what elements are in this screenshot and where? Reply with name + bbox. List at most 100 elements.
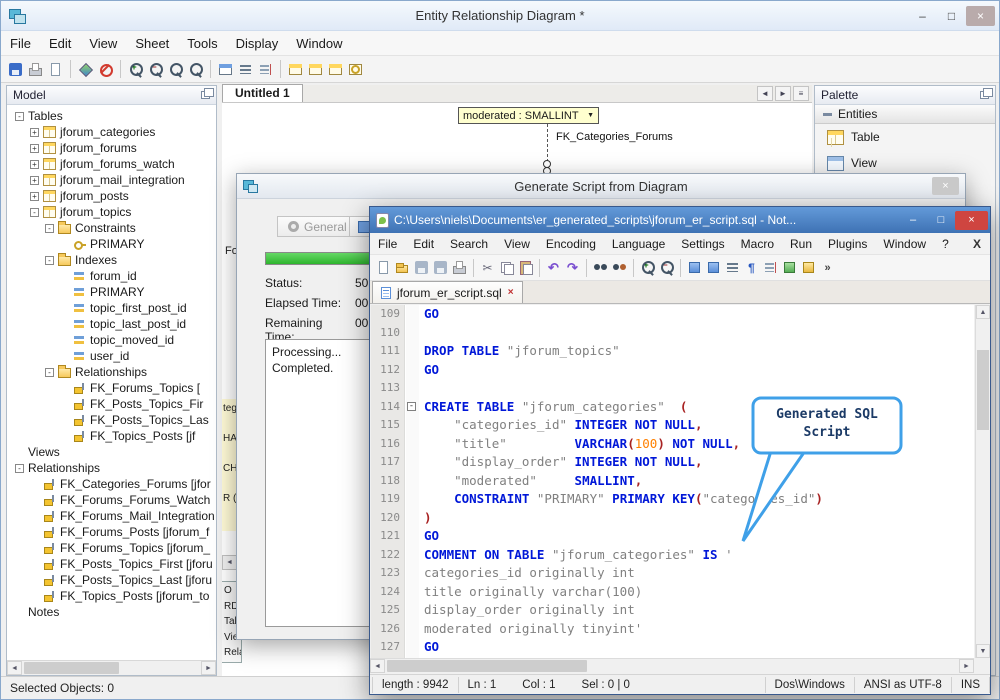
model-hscrollbar[interactable]: ◄ ► xyxy=(7,660,216,675)
tree-expander-icon[interactable]: - xyxy=(15,464,24,473)
entity-view2-icon[interactable] xyxy=(307,61,324,78)
tree-item[interactable]: FK_Forums_Posts [jforum_f xyxy=(7,524,216,540)
collapse-icon[interactable] xyxy=(823,113,832,116)
paste-icon[interactable] xyxy=(517,259,534,276)
tree-item[interactable]: +jforum_forums_watch xyxy=(7,156,216,172)
tab-scroll-right-icon[interactable]: ► xyxy=(775,86,791,101)
tree-expander-icon[interactable]: + xyxy=(30,160,39,169)
tab-untitled-1[interactable]: Untitled 1 xyxy=(222,84,303,102)
tree-item[interactable]: -Relationships xyxy=(7,460,216,476)
sync-scroll-v-icon[interactable] xyxy=(686,259,703,276)
filter-icon[interactable]: ▼ xyxy=(587,112,594,119)
shape-tool-icon[interactable] xyxy=(77,61,94,78)
tree-item[interactable]: FK_Forums_Forums_Watch xyxy=(7,492,216,508)
palette-section-entities[interactable]: Entities xyxy=(815,105,995,124)
tree-item[interactable]: FK_Posts_Topics_First [jforu xyxy=(7,556,216,572)
tree-item[interactable]: topic_moved_id xyxy=(7,332,216,348)
entity-keys-icon[interactable] xyxy=(347,61,364,78)
tree-item[interactable]: FK_Posts_Topics_Last [jforu xyxy=(7,572,216,588)
toolbar-overflow-icon[interactable]: » xyxy=(819,259,836,276)
tree-item[interactable]: FK_Posts_Topics_Fir xyxy=(7,396,216,412)
zoom-fit-icon[interactable] xyxy=(187,61,204,78)
list-view-icon[interactable] xyxy=(237,61,254,78)
tab-general[interactable]: General xyxy=(277,216,358,237)
tree-item[interactable]: FK_Topics_Posts [jf xyxy=(7,428,216,444)
tree-item[interactable]: -jforum_topics xyxy=(7,204,216,220)
tree-item[interactable]: topic_last_post_id xyxy=(7,316,216,332)
function-list-icon[interactable] xyxy=(781,259,798,276)
tree-item[interactable]: FK_Topics_Posts [jforum_to xyxy=(7,588,216,604)
tree-item[interactable]: Notes xyxy=(7,604,216,620)
zoom-out-icon[interactable]: − xyxy=(147,61,164,78)
menu-window[interactable]: Window xyxy=(875,235,934,253)
editor-hscrollbar[interactable]: ◄ ► xyxy=(370,658,974,673)
fold-toggle-icon[interactable]: - xyxy=(407,402,416,411)
outline-view-icon[interactable] xyxy=(257,61,274,78)
print-preview-icon[interactable] xyxy=(47,61,64,78)
tree-item[interactable]: Views xyxy=(7,444,216,460)
save-all-icon[interactable] xyxy=(432,259,449,276)
notepad-maximize-button[interactable]: □ xyxy=(927,211,955,230)
print-icon[interactable] xyxy=(27,61,44,78)
menu-search[interactable]: Search xyxy=(442,235,496,253)
tree-item[interactable]: -Tables xyxy=(7,108,216,124)
menu-encoding[interactable]: Encoding xyxy=(538,235,604,253)
open-file-icon[interactable] xyxy=(394,259,411,276)
menu-tools[interactable]: Tools xyxy=(178,33,226,54)
menu-edit[interactable]: Edit xyxy=(405,235,442,253)
tree-item[interactable]: forum_id xyxy=(7,268,216,284)
new-file-icon[interactable] xyxy=(375,259,392,276)
sync-scroll-h-icon[interactable] xyxy=(705,259,722,276)
canvas-scroll-left-icon[interactable]: ◄ xyxy=(222,555,237,570)
menu-language[interactable]: Language xyxy=(604,235,673,253)
doc-map-icon[interactable] xyxy=(800,259,817,276)
zoom-in-icon[interactable]: + xyxy=(639,259,656,276)
tree-item[interactable]: user_id xyxy=(7,348,216,364)
tree-expander-icon[interactable]: - xyxy=(30,208,39,217)
menu-file[interactable]: File xyxy=(1,33,40,54)
entity-view3-icon[interactable] xyxy=(327,61,344,78)
doc-switcher-close-button[interactable]: X xyxy=(973,237,990,251)
zoom-in-icon[interactable]: + xyxy=(127,61,144,78)
tab-scroll-left-icon[interactable]: ◄ xyxy=(757,86,773,101)
menu-plugins[interactable]: Plugins xyxy=(820,235,875,253)
entity-attribute-row[interactable]: moderated : SMALLINT ▼ xyxy=(458,107,599,124)
tree-expander-icon[interactable]: + xyxy=(30,128,39,137)
tree-expander-icon[interactable]: - xyxy=(45,368,54,377)
save-icon[interactable] xyxy=(7,61,24,78)
zoom-actual-icon[interactable] xyxy=(167,61,184,78)
print-icon[interactable] xyxy=(451,259,468,276)
indent-guide-icon[interactable] xyxy=(762,259,779,276)
scroll-thumb[interactable] xyxy=(24,662,119,674)
maximize-button[interactable]: □ xyxy=(937,6,966,26)
scroll-right-icon[interactable]: ► xyxy=(201,661,216,675)
scroll-up-icon[interactable]: ▲ xyxy=(976,305,990,319)
menu-view[interactable]: View xyxy=(496,235,538,253)
scroll-thumb[interactable] xyxy=(387,660,587,672)
tree-expander-icon[interactable]: - xyxy=(45,224,54,233)
save-file-icon[interactable] xyxy=(413,259,430,276)
palette-item-table[interactable]: Table xyxy=(815,124,995,150)
undo-icon[interactable]: ↶ xyxy=(545,259,562,276)
cut-icon[interactable]: ✂ xyxy=(479,259,496,276)
tree-item[interactable]: +jforum_forums xyxy=(7,140,216,156)
editor-vscrollbar[interactable]: ▲ ▼ xyxy=(975,305,990,658)
scroll-right-icon[interactable]: ► xyxy=(959,659,974,673)
menu-file[interactable]: File xyxy=(370,235,405,253)
word-wrap-icon[interactable] xyxy=(724,259,741,276)
tab-list-icon[interactable]: ≡ xyxy=(793,86,809,101)
scroll-down-icon[interactable]: ▼ xyxy=(976,644,990,658)
tree-item[interactable]: -Relationships xyxy=(7,364,216,380)
tree-expander-icon[interactable]: + xyxy=(30,144,39,153)
tree-expander-icon[interactable]: + xyxy=(30,192,39,201)
float-panel-icon[interactable] xyxy=(980,91,989,99)
dialog-close-button[interactable]: × xyxy=(932,177,959,195)
grid-view-icon[interactable] xyxy=(217,61,234,78)
menu-edit[interactable]: Edit xyxy=(40,33,80,54)
scroll-left-icon[interactable]: ◄ xyxy=(7,661,22,675)
tree-item[interactable]: PRIMARY xyxy=(7,284,216,300)
close-button[interactable]: × xyxy=(966,6,995,26)
menu-run[interactable]: Run xyxy=(782,235,820,253)
tab-jforum-er-script[interactable]: jforum_er_script.sql × xyxy=(372,281,523,303)
tree-expander-icon[interactable]: - xyxy=(45,256,54,265)
